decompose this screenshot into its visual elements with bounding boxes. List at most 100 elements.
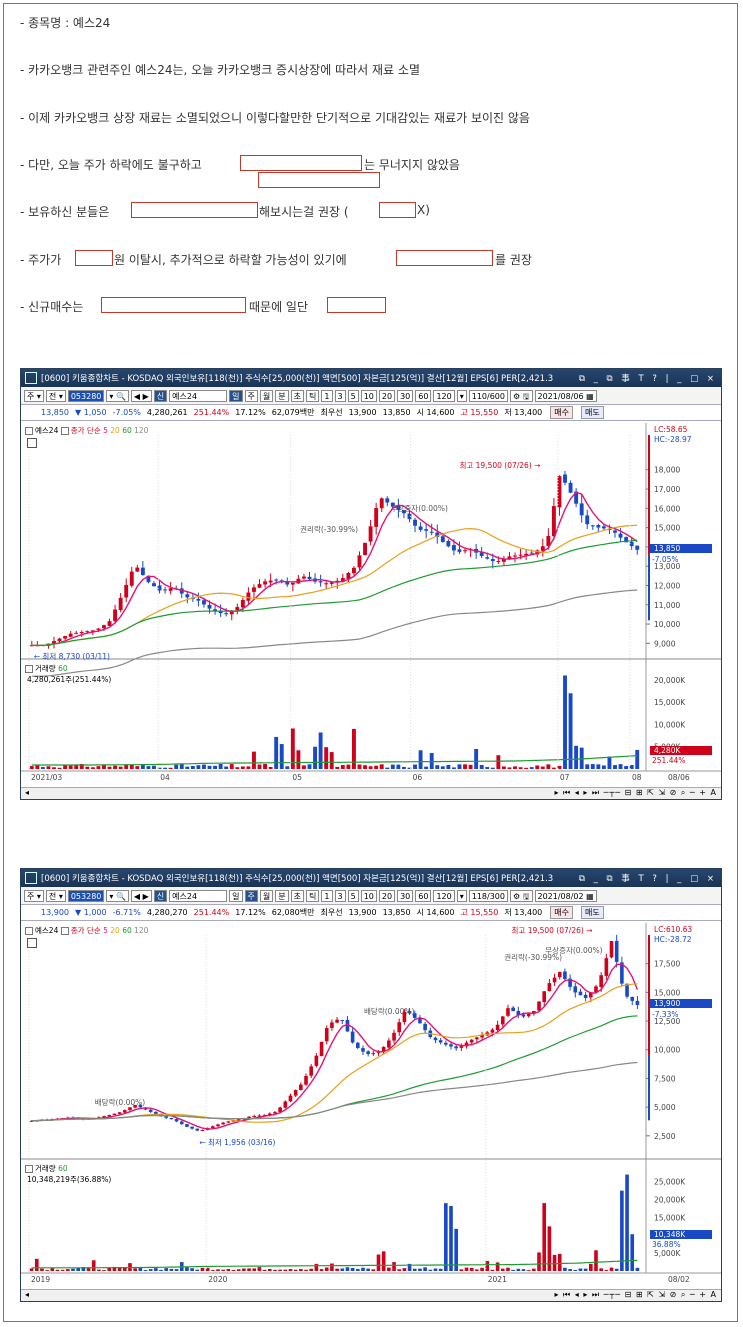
search-icon[interactable]: ▾ 🔍 (106, 389, 129, 402)
candle-body (444, 1042, 448, 1045)
volume-bar (273, 1269, 277, 1271)
mode-select[interactable]: 주 ▾ (24, 889, 44, 902)
candle-body (429, 531, 434, 533)
candle-body (469, 1039, 474, 1043)
mode-select[interactable]: 주 ▾ (24, 389, 44, 402)
legend-toggle[interactable] (25, 665, 33, 673)
period-day-button[interactable]: 일 (229, 389, 243, 402)
sell-button[interactable]: 매도 (581, 406, 604, 419)
stock-code-input[interactable]: 053280 (67, 389, 105, 402)
volume-bar (148, 1269, 153, 1271)
volume-bar (45, 1270, 49, 1271)
volume-bar (474, 748, 479, 769)
interval-button[interactable]: 10 (360, 889, 377, 902)
volume-bar (374, 765, 379, 769)
buy-button[interactable]: 매수 (550, 906, 574, 919)
legend-toggle[interactable] (60, 427, 69, 435)
footer-tools[interactable]: ▸ ⏮ ◂ ▸ ⏭ ─┬─ ⊟ ⊞ ⇱ ⇲ ⊘ ⌕ ─ + A (555, 788, 718, 798)
volume-bar (521, 1269, 526, 1271)
redacted-box (131, 202, 258, 218)
bonus-issue-annotation: 무상증자(0.00%) (545, 945, 603, 955)
volume-bar (613, 765, 617, 769)
candle-body (268, 580, 273, 583)
interval-button[interactable]: 30 (397, 389, 414, 402)
nav-arrows-icon[interactable]: ◀ ▶ (130, 889, 152, 902)
scroll-left-icon[interactable]: ◂ (25, 1290, 29, 1299)
chart-settings-icon[interactable] (27, 438, 37, 448)
interval-button[interactable]: 60 (415, 889, 432, 902)
interval-button[interactable]: 3 (334, 389, 346, 402)
period-day-button[interactable]: 일 (229, 889, 243, 902)
interval-button[interactable]: 120 (433, 889, 455, 902)
volume-bar (381, 1251, 386, 1271)
legend-toggle[interactable] (25, 927, 33, 935)
scroll-left-icon[interactable]: ◂ (25, 788, 29, 797)
period-month-button[interactable]: 월 (259, 389, 274, 402)
window-controls[interactable]: ⧉ _ ⧉ 事 T ? | _ □ × (579, 372, 717, 384)
legend-toggle[interactable] (60, 927, 69, 935)
candle-body (179, 1121, 184, 1125)
volume-bar (40, 767, 45, 769)
bonus-issue-annotation: 무상증자(0.00%) (390, 503, 448, 513)
period-tick-button[interactable]: 틱 (306, 889, 320, 902)
interval-button[interactable]: 5 (347, 389, 359, 402)
volume-bar (85, 766, 90, 769)
volume-bar (438, 1268, 443, 1271)
interval-button[interactable]: 60 (415, 389, 432, 402)
period-tick-button[interactable]: 틱 (306, 389, 320, 402)
interval-button[interactable]: 10 (360, 389, 377, 402)
nav-arrows-icon[interactable]: ◀ ▶ (130, 389, 152, 402)
interval-button[interactable]: 30 (397, 889, 414, 902)
interval-button[interactable]: 3 (334, 889, 346, 902)
interval-button[interactable]: 1 (321, 889, 333, 902)
stock-name-field[interactable]: 예스24 (169, 389, 228, 402)
bar-count-field[interactable]: 118/300 (468, 889, 508, 902)
interval-button[interactable]: 20 (378, 889, 396, 902)
period-week-button[interactable]: 주 (244, 389, 258, 402)
volume-bar (55, 1269, 60, 1271)
period-min-button[interactable]: 분 (275, 389, 289, 402)
volume-bar (518, 767, 523, 769)
volume-bar (252, 751, 256, 769)
candle-body (583, 994, 588, 998)
interval-button[interactable]: 20 (378, 389, 396, 402)
candle-body (563, 971, 567, 980)
market-select[interactable]: 전 ▾ (45, 889, 66, 902)
tools-icon[interactable]: ⚙ 🖫 (509, 389, 533, 402)
volume-bar (618, 764, 623, 769)
range-dropdown[interactable]: ▾ (456, 889, 467, 902)
volume-axis-label: 10,000K (654, 720, 686, 729)
candle-body (454, 1046, 458, 1049)
period-month-button[interactable]: 월 (259, 889, 274, 902)
volume-bar (449, 1206, 453, 1271)
sell-button[interactable]: 매도 (581, 906, 604, 919)
period-sec-button[interactable]: 초 (290, 889, 305, 902)
market-select[interactable]: 전 ▾ (45, 389, 66, 402)
search-icon[interactable]: ▾ 🔍 (106, 889, 129, 902)
chart-settings-icon[interactable] (27, 938, 37, 948)
candle-body (418, 526, 423, 530)
volume-bar (630, 1234, 635, 1271)
legend-toggle[interactable] (25, 427, 33, 435)
stock-code-input[interactable]: 053280 (67, 889, 105, 902)
legend-ma-label: 종가 단순 (70, 426, 104, 435)
window-controls[interactable]: ⧉ _ ⧉ 事 T ? | _ □ × (579, 872, 717, 884)
interval-button[interactable]: 5 (347, 889, 359, 902)
period-week-button[interactable]: 주 (244, 889, 258, 902)
bar-count-field[interactable]: 110/600 (468, 389, 508, 402)
volume-bar (124, 765, 129, 769)
interval-button[interactable]: 120 (433, 389, 455, 402)
stock-name-field[interactable]: 예스24 (169, 889, 228, 902)
buy-button[interactable]: 매수 (550, 406, 574, 419)
interval-button[interactable]: 1 (321, 389, 333, 402)
tools-icon[interactable]: ⚙ 🖫 (509, 889, 533, 902)
period-min-button[interactable]: 분 (275, 889, 289, 902)
legend-toggle[interactable] (25, 1165, 33, 1173)
date-field[interactable]: 2021/08/02 ▦ (534, 889, 597, 902)
range-dropdown[interactable]: ▾ (456, 389, 467, 402)
date-field[interactable]: 2021/08/06 ▦ (534, 389, 597, 402)
period-sec-button[interactable]: 초 (290, 389, 305, 402)
low-price: 저 13,400 (504, 908, 543, 917)
footer-tools[interactable]: ▸ ⏮ ◂ ▸ ⏭ ─┬─ ⊟ ⊞ ⇱ ⇲ ⊘ ⌕ ─ + A (555, 1290, 718, 1300)
candle-body (542, 991, 547, 1003)
